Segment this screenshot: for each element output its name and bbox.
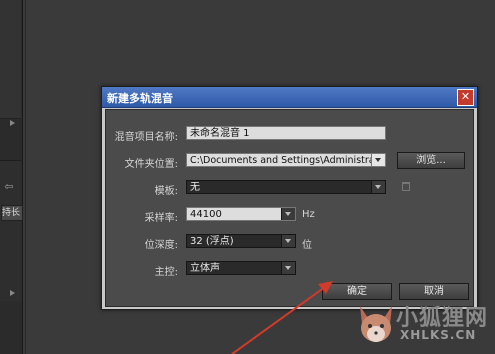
watermark-domain: XHLKS.CN [400, 328, 477, 342]
watermark: 小狐狸网 XHLKS.CN [356, 296, 495, 354]
fox-logo-icon [360, 306, 392, 342]
